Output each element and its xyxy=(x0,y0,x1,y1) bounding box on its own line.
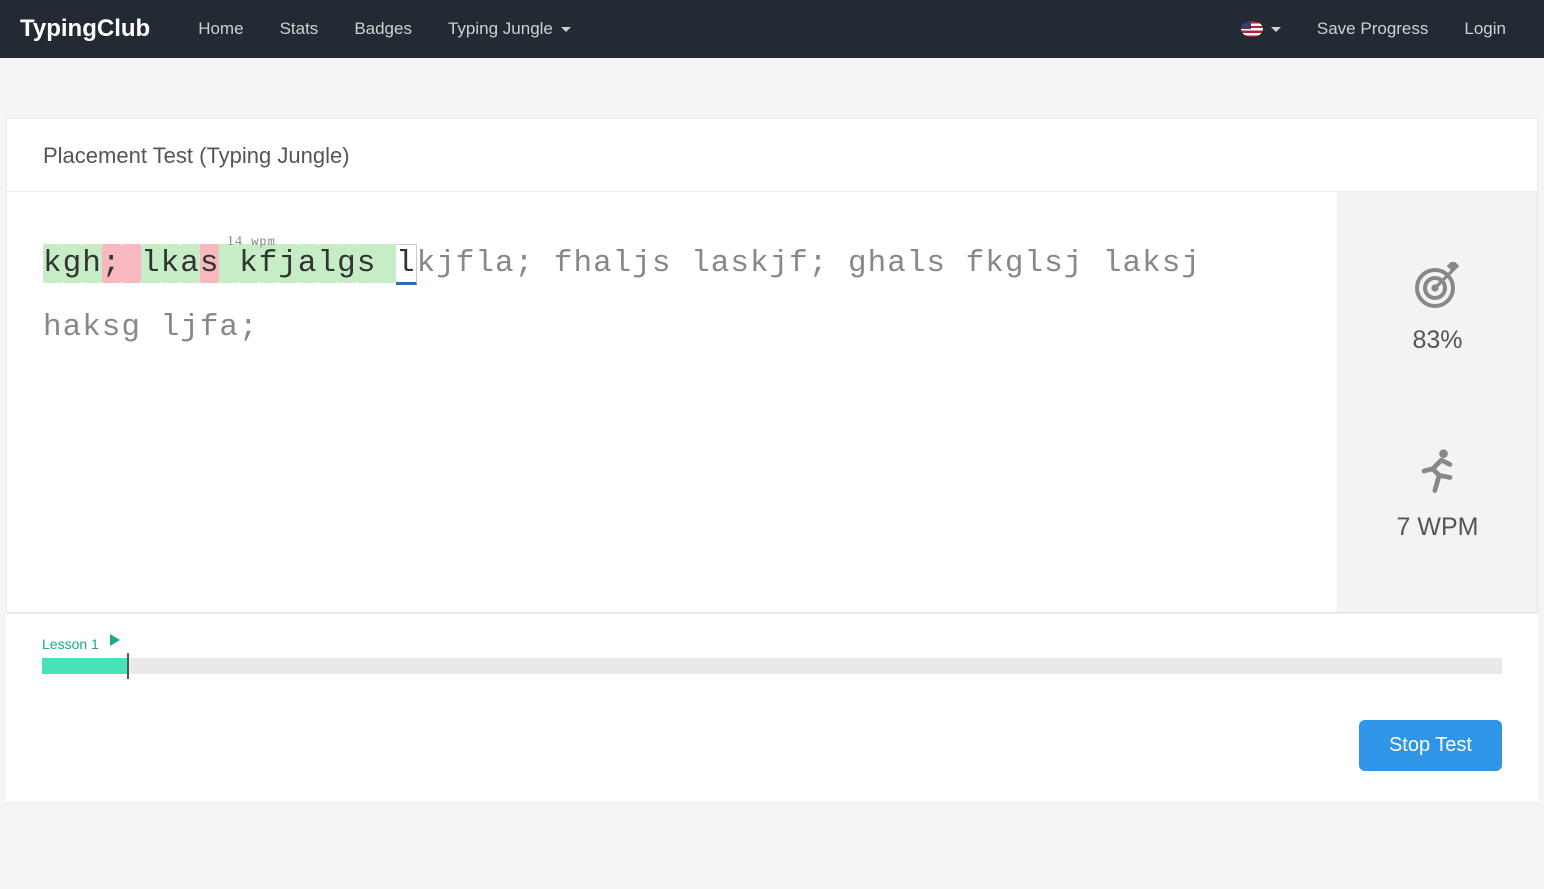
char xyxy=(534,246,554,281)
nav-typing-jungle[interactable]: Typing Jungle xyxy=(430,1,589,57)
char: ; xyxy=(809,246,829,281)
char: g xyxy=(63,244,83,283)
nav-badges[interactable]: Badges xyxy=(336,1,430,57)
nav-stats[interactable]: Stats xyxy=(262,1,337,57)
char: ; xyxy=(515,246,535,281)
stop-test-button[interactable]: Stop Test xyxy=(1359,720,1502,771)
char: j xyxy=(436,246,456,281)
char: l xyxy=(141,244,161,283)
char: l xyxy=(907,246,927,281)
char: h xyxy=(573,246,593,281)
char: g xyxy=(337,244,357,283)
footer: Lesson 1 Stop Test xyxy=(6,613,1538,801)
char: s xyxy=(1044,246,1064,281)
char: l xyxy=(613,246,633,281)
char: a xyxy=(495,246,515,281)
wpm-bubble-number: 14 xyxy=(227,234,243,249)
navbar: TypingClub Home Stats Badges Typing Jung… xyxy=(0,0,1544,58)
char: k xyxy=(985,246,1005,281)
char: f xyxy=(554,246,574,281)
wpm-bubble-unit: wpm xyxy=(251,235,276,249)
target-icon xyxy=(1413,262,1461,310)
char: l xyxy=(396,244,417,285)
char: j xyxy=(1181,246,1201,281)
panel-title: Placement Test (Typing Jungle) xyxy=(7,119,1537,192)
nav-links: Home Stats Badges Typing Jungle xyxy=(180,1,589,57)
char: k xyxy=(1142,246,1162,281)
char: ; xyxy=(102,244,122,283)
char: s xyxy=(200,244,220,283)
char: k xyxy=(750,246,770,281)
typing-area[interactable]: 14 wpm kgh; lkas kfjalgs lkjfla; fhaljs … xyxy=(7,192,1337,612)
char: s xyxy=(357,244,377,283)
char: l xyxy=(475,246,495,281)
stats-sidebar: 83% 7 WPM xyxy=(1337,192,1537,612)
char: j xyxy=(770,246,790,281)
char: f xyxy=(966,246,986,281)
char: s xyxy=(926,246,946,281)
char: a xyxy=(1123,246,1143,281)
wpm-stat: 7 WPM xyxy=(1397,445,1479,542)
wpm-value: 7 WPM xyxy=(1397,513,1479,542)
typing-line-2: haksg ljfa; xyxy=(43,296,1301,360)
language-selector[interactable] xyxy=(1223,3,1299,55)
flag-us-icon xyxy=(1241,21,1263,37)
char: k xyxy=(43,244,63,283)
main-panel: Placement Test (Typing Jungle) 14 wpm kg… xyxy=(6,118,1538,613)
char: s xyxy=(1162,246,1182,281)
caret-down-icon xyxy=(1271,27,1281,32)
char: a xyxy=(298,244,318,283)
lesson-flag-icon xyxy=(110,634,120,646)
char xyxy=(121,244,141,283)
nav-login[interactable]: Login xyxy=(1446,1,1524,57)
char xyxy=(376,244,396,283)
panel-body: 14 wpm kgh; lkas kfjalgs lkjfla; fhaljs … xyxy=(7,192,1537,612)
nav-typing-jungle-label: Typing Jungle xyxy=(448,19,553,39)
char: j xyxy=(632,246,652,281)
progress-fill xyxy=(42,658,128,674)
char xyxy=(946,246,966,281)
char: j xyxy=(1064,246,1084,281)
char: l xyxy=(318,244,338,283)
progress-wrap: Lesson 1 xyxy=(42,658,1502,674)
char: l xyxy=(1103,246,1123,281)
nav-right: Save Progress Login xyxy=(1223,1,1524,57)
stop-row: Stop Test xyxy=(42,720,1502,771)
nav-save-progress[interactable]: Save Progress xyxy=(1299,1,1447,57)
char: a xyxy=(180,244,200,283)
char: l xyxy=(691,246,711,281)
char xyxy=(828,246,848,281)
char xyxy=(1083,246,1103,281)
caret-down-icon xyxy=(561,27,571,32)
accuracy-value: 83% xyxy=(1412,326,1462,355)
char: l xyxy=(1024,246,1044,281)
accuracy-stat: 83% xyxy=(1412,262,1462,355)
nav-home[interactable]: Home xyxy=(180,1,261,57)
char: h xyxy=(82,244,102,283)
char: g xyxy=(848,246,868,281)
char: h xyxy=(868,246,888,281)
char: j xyxy=(278,244,298,283)
char: s xyxy=(652,246,672,281)
char: f xyxy=(456,246,476,281)
wpm-bubble: 14 wpm xyxy=(227,210,276,274)
char: a xyxy=(593,246,613,281)
char: s xyxy=(730,246,750,281)
char: k xyxy=(417,246,437,281)
lesson-label: Lesson 1 xyxy=(42,636,99,652)
char: g xyxy=(1005,246,1025,281)
runner-icon xyxy=(1411,445,1463,497)
char: f xyxy=(789,246,809,281)
char: k xyxy=(161,244,181,283)
progress-bar[interactable] xyxy=(42,658,1502,674)
char xyxy=(672,246,692,281)
char: a xyxy=(711,246,731,281)
brand-logo[interactable]: TypingClub xyxy=(20,15,150,43)
char: a xyxy=(887,246,907,281)
